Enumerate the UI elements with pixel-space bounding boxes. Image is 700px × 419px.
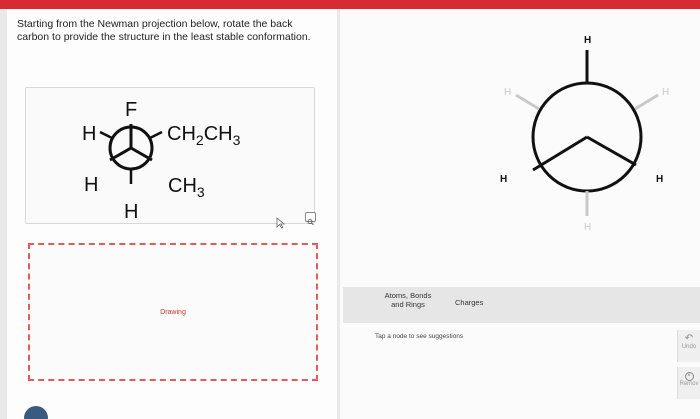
back-bond-upper-left	[99, 130, 113, 140]
tab-atoms-line-1: Atoms, Bonds	[384, 291, 432, 300]
top-bar	[0, 0, 700, 9]
front-top-label: F	[125, 99, 137, 121]
editor-upper-left-atom[interactable]: H	[504, 87, 511, 98]
drawing-area[interactable]: Drawing	[28, 243, 318, 381]
editor-lower-right-atom[interactable]: H	[656, 174, 663, 185]
pointer-cursor-icon	[276, 217, 285, 229]
zoom-icon[interactable]	[305, 212, 316, 226]
bottom-label: H	[124, 201, 138, 223]
undo-button[interactable]: ↶ Undo	[677, 330, 700, 362]
remove-button[interactable]: × Remov	[677, 367, 700, 399]
front-bond-right	[130, 146, 153, 162]
editor-front-bond-right[interactable]	[586, 135, 637, 167]
right-lower-label: CH3	[168, 175, 205, 200]
undo-label: Undo	[681, 344, 697, 350]
question-text: Starting from the Newman projection belo…	[17, 18, 327, 44]
newman-projection-box: F H H H CH2CH3 CH3	[25, 87, 315, 224]
tab-charges[interactable]: Charges	[455, 298, 483, 307]
editor-top-atom[interactable]: H	[584, 35, 591, 46]
undo-icon: ↶	[684, 333, 694, 344]
question-line-2: carbon to provide the structure in the l…	[17, 31, 311, 43]
editor-bottom-atom[interactable]: H	[584, 222, 591, 233]
front-bond-left	[109, 146, 132, 162]
back-bond-upper-right	[149, 130, 163, 140]
right-upper-label: CH2CH3	[167, 123, 241, 148]
remove-label: Remov	[679, 381, 699, 387]
editor-upper-right-atom[interactable]: H	[662, 87, 669, 98]
left-upper-label: H	[82, 123, 96, 145]
newman-projection: F H H H CH2CH3 CH3	[82, 99, 241, 223]
left-lower-label: H	[84, 174, 98, 196]
editor-newman-projection: H H H H H H	[500, 35, 669, 233]
remove-icon: ×	[684, 372, 694, 381]
tab-atoms-bonds-rings[interactable]: Atoms, Bonds and Rings	[376, 291, 440, 309]
editor-lower-left-atom[interactable]: H	[500, 174, 507, 185]
editor-canvas[interactable]: H H H H H H	[340, 9, 700, 419]
tab-atoms-line-2: and Rings	[391, 300, 425, 309]
editor-back-bond-upper-left[interactable]	[515, 93, 540, 111]
drawing-label: Drawing	[160, 309, 186, 316]
hint-text: Tap a node to see suggestions	[375, 333, 464, 340]
question-line-1: Starting from the Newman projection belo…	[17, 18, 293, 30]
editor-back-bond-upper-right[interactable]	[634, 93, 659, 111]
